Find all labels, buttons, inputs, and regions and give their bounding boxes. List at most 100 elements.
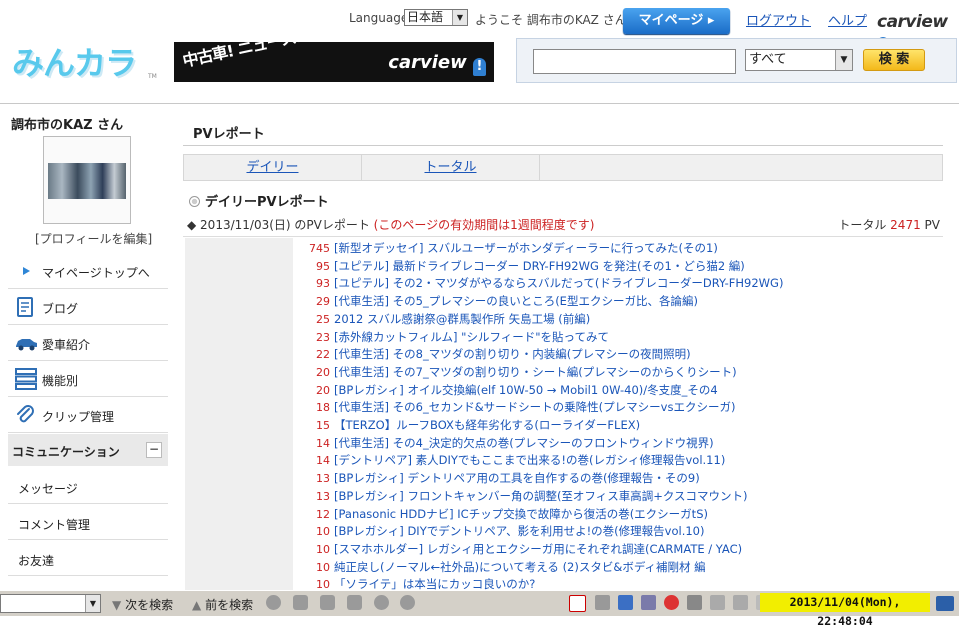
sidebar-item-messages[interactable]: メッセージ — [8, 469, 168, 504]
paperclip-icon — [17, 405, 34, 423]
tab-total[interactable]: トータル — [362, 155, 540, 180]
pv-count: 10 — [316, 560, 330, 574]
sidebar-item-clips[interactable]: クリップ管理 — [8, 398, 168, 433]
blog-entry-link[interactable]: [赤外線カットフィルム] "シルフィード"を貼ってみて — [334, 329, 609, 346]
blog-entry-link[interactable]: 【TERZO】ルーフBOXも経年劣化する(ローライダーFLEX) — [334, 417, 640, 434]
blog-entry-link[interactable]: 2012 スバル感謝祭@群馬製作所 矢島工場 (前編) — [334, 311, 590, 328]
pv-count: 13 — [316, 472, 330, 486]
blog-entry-link[interactable]: [スマホホルダー] レガシィ用とエクシーガ用にそれぞれ調達(CARMATE / … — [334, 541, 742, 558]
tab-daily[interactable]: デイリー — [184, 155, 362, 180]
blog-entry-link[interactable]: [BPレガシィ] オイル交換編(elf 10W-50 → Mobil1 0W-4… — [334, 382, 718, 399]
list-item: 745 [新型オデッセイ] スバルユーザーがホンダディーラーに行ってみた(その1) — [296, 240, 936, 257]
sidebar-section-communication[interactable]: コミュニケーション − — [8, 434, 168, 466]
document-icon[interactable] — [320, 595, 335, 610]
gear-icon[interactable] — [400, 595, 415, 610]
blog-entry-link[interactable]: [デントリペア] 素人DIYでもここまで出来る!の巻(レガシィ修理報告vol.1… — [334, 452, 725, 469]
page-title: PVレポート — [193, 127, 265, 142]
help-link[interactable]: ヘルプ — [828, 10, 867, 29]
play-arrow-icon — [23, 267, 30, 275]
globe-icon[interactable] — [266, 595, 281, 610]
search-scope-select[interactable]: すべて ▼ — [745, 49, 853, 71]
profile-edit-link[interactable]: [プロフィールを編集] — [35, 230, 152, 247]
find-prev-button[interactable]: ▲ 前を検索 — [192, 596, 253, 613]
sidebar-item-comments[interactable]: コメント管理 — [8, 505, 168, 540]
terminal-icon[interactable] — [293, 595, 308, 610]
acrobat-icon[interactable] — [569, 595, 586, 612]
sidebar-item-label: 機能別 — [42, 374, 79, 388]
site-logo[interactable]: みんカラ TM — [12, 43, 157, 85]
sidebar-item-mypage-top[interactable]: マイページトップへ — [8, 254, 168, 289]
device-icon[interactable] — [710, 595, 725, 610]
section-title: デイリーPVレポート — [189, 191, 329, 210]
blog-entry-link[interactable]: [Panasonic HDDナビ] ICチップ交換で故障から復活の巻(エクシーガ… — [334, 506, 708, 523]
pv-count: 20 — [316, 383, 330, 397]
search-panel: すべて ▼ 検 索 — [516, 38, 957, 83]
welcome-text: ようこそ 調布市のKAZ さん — [475, 13, 627, 27]
clock-icon[interactable] — [374, 595, 389, 610]
chevron-down-icon: ▼ — [835, 50, 852, 70]
find-field[interactable]: ▼ — [0, 594, 101, 613]
blog-entry-link[interactable]: [代車生活] その8_マツダの割り切り・内装編(プレマシーの夜間照明) — [334, 346, 691, 363]
search-input[interactable] — [533, 49, 736, 74]
total-value: 2471 — [890, 218, 921, 232]
clock: 2013/11/04(Mon), 22:48:04 — [760, 593, 930, 628]
collapse-icon[interactable]: − — [146, 442, 162, 458]
blog-entry-link[interactable]: [BPレガシィ] フロントキャンバー角の調整(至オフィス車高調+クスコマウント) — [334, 488, 747, 505]
taskbar: ▼ ▼ 次を検索 ▲ 前を検索 2013/11/04(Mon), 22:48:0… — [0, 590, 959, 628]
blog-entry-link[interactable]: [代車生活] その5_プレマシーの良いところ(E型エクシーガ比、各論編) — [334, 293, 698, 310]
sync-icon[interactable] — [687, 595, 702, 610]
list-item: 20 [BPレガシィ] オイル交換編(elf 10W-50 → Mobil1 0W… — [296, 382, 936, 399]
exclamation-icon: ! — [473, 58, 486, 76]
pv-count: 29 — [316, 295, 330, 309]
sidebar-item-label: ブログ — [42, 302, 79, 316]
chevron-down-icon: ▼ — [85, 595, 100, 612]
pv-count: 10 — [316, 542, 330, 556]
report-tabs: デイリー トータル — [183, 154, 943, 181]
sidebar-item-blog[interactable]: ブログ — [8, 290, 168, 325]
blog-entry-link[interactable]: 純正戻し(ノーマル←社外品)について考える (2)スタビ&ボディ補剛材 編 — [334, 559, 706, 576]
language-value: 日本語 — [407, 10, 444, 24]
avatar[interactable] — [43, 136, 131, 224]
calendar-icon[interactable] — [641, 595, 656, 610]
chevron-up-icon[interactable] — [595, 595, 610, 610]
pv-count: 22 — [316, 348, 330, 362]
usb-icon[interactable] — [733, 595, 748, 610]
list-item: 20 [代車生活] その7_マツダの割り切り・シート編(プレマシーのからくりシート… — [296, 364, 936, 381]
pv-count: 14 — [316, 436, 330, 450]
blog-entry-link[interactable]: [代車生活] その6_セカンド&サードシートの乗降性(プレマシーvsエクシーガ) — [334, 399, 735, 416]
blog-entry-link[interactable]: [代車生活] その4_決定的欠点の巻(プレマシーのフロントウィンドウ視界) — [334, 435, 714, 452]
carview-banner[interactable]: 中古車! ニュース! 編集記事! バイク! carview ! — [174, 42, 494, 82]
show-desktop-icon[interactable] — [936, 596, 954, 611]
blog-entry-link[interactable]: [新型オデッセイ] スバルユーザーがホンダディーラーに行ってみた(その1) — [334, 240, 718, 257]
total-unit: PV — [924, 218, 940, 232]
blog-entry-link[interactable]: [BPレガシィ] DIYでデントリペア、影を利用せよ!の巻(修理報告vol.10… — [334, 523, 704, 540]
up-arrow-icon: ▲ — [192, 598, 202, 612]
blog-entry-link[interactable]: [ユピテル] その2・マツダがやるならスバルだって(ドライブレコーダーDRY-F… — [334, 275, 783, 292]
pv-graph-column — [185, 238, 293, 590]
sidebar-item-features[interactable]: 機能別 — [8, 362, 168, 397]
list-divider — [183, 236, 943, 237]
sidebar-item-label: マイページトップへ — [42, 266, 150, 280]
blog-entry-link[interactable]: [BPレガシィ] デントリペア用の工具を自作するの巻(修理報告・その9) — [334, 470, 700, 487]
print-icon[interactable] — [347, 595, 362, 610]
pv-count: 12 — [316, 507, 330, 521]
sidebar-item-label: メッセージ — [18, 482, 78, 496]
list-item: 13 [BPレガシィ] デントリペア用の工具を自作するの巻(修理報告・その9) — [296, 470, 936, 487]
network-icon[interactable] — [618, 595, 633, 610]
mypage-button[interactable]: マイページ ▸ — [623, 8, 730, 34]
section-label: コミュニケーション — [12, 445, 120, 459]
stop-icon[interactable] — [664, 595, 679, 610]
blog-entry-link[interactable]: [ユピテル] 最新ドライブレコーダー DRY-FH92WG を発注(その1・どら… — [334, 258, 745, 275]
sidebar-item-friends[interactable]: お友達 — [8, 541, 168, 576]
list-item: 23 [赤外線カットフィルム] "シルフィード"を貼ってみて — [296, 329, 936, 346]
pv-count: 745 — [309, 242, 330, 255]
pv-count: 25 — [316, 312, 330, 326]
language-select[interactable]: 日本語 ▼ — [404, 9, 468, 26]
blog-entry-link[interactable]: [代車生活] その7_マツダの割り切り・シート編(プレマシーのからくりシート) — [334, 364, 737, 381]
logout-link[interactable]: ログアウト — [746, 10, 811, 29]
profile-image — [48, 163, 126, 199]
report-date-line: ◆ 2013/11/03(日) のPVレポート (このページの有効期間は1週間程… — [187, 216, 594, 233]
find-next-button[interactable]: ▼ 次を検索 — [112, 596, 173, 613]
sidebar-item-car[interactable]: 愛車紹介 — [8, 326, 168, 361]
search-button[interactable]: 検 索 — [863, 49, 925, 71]
